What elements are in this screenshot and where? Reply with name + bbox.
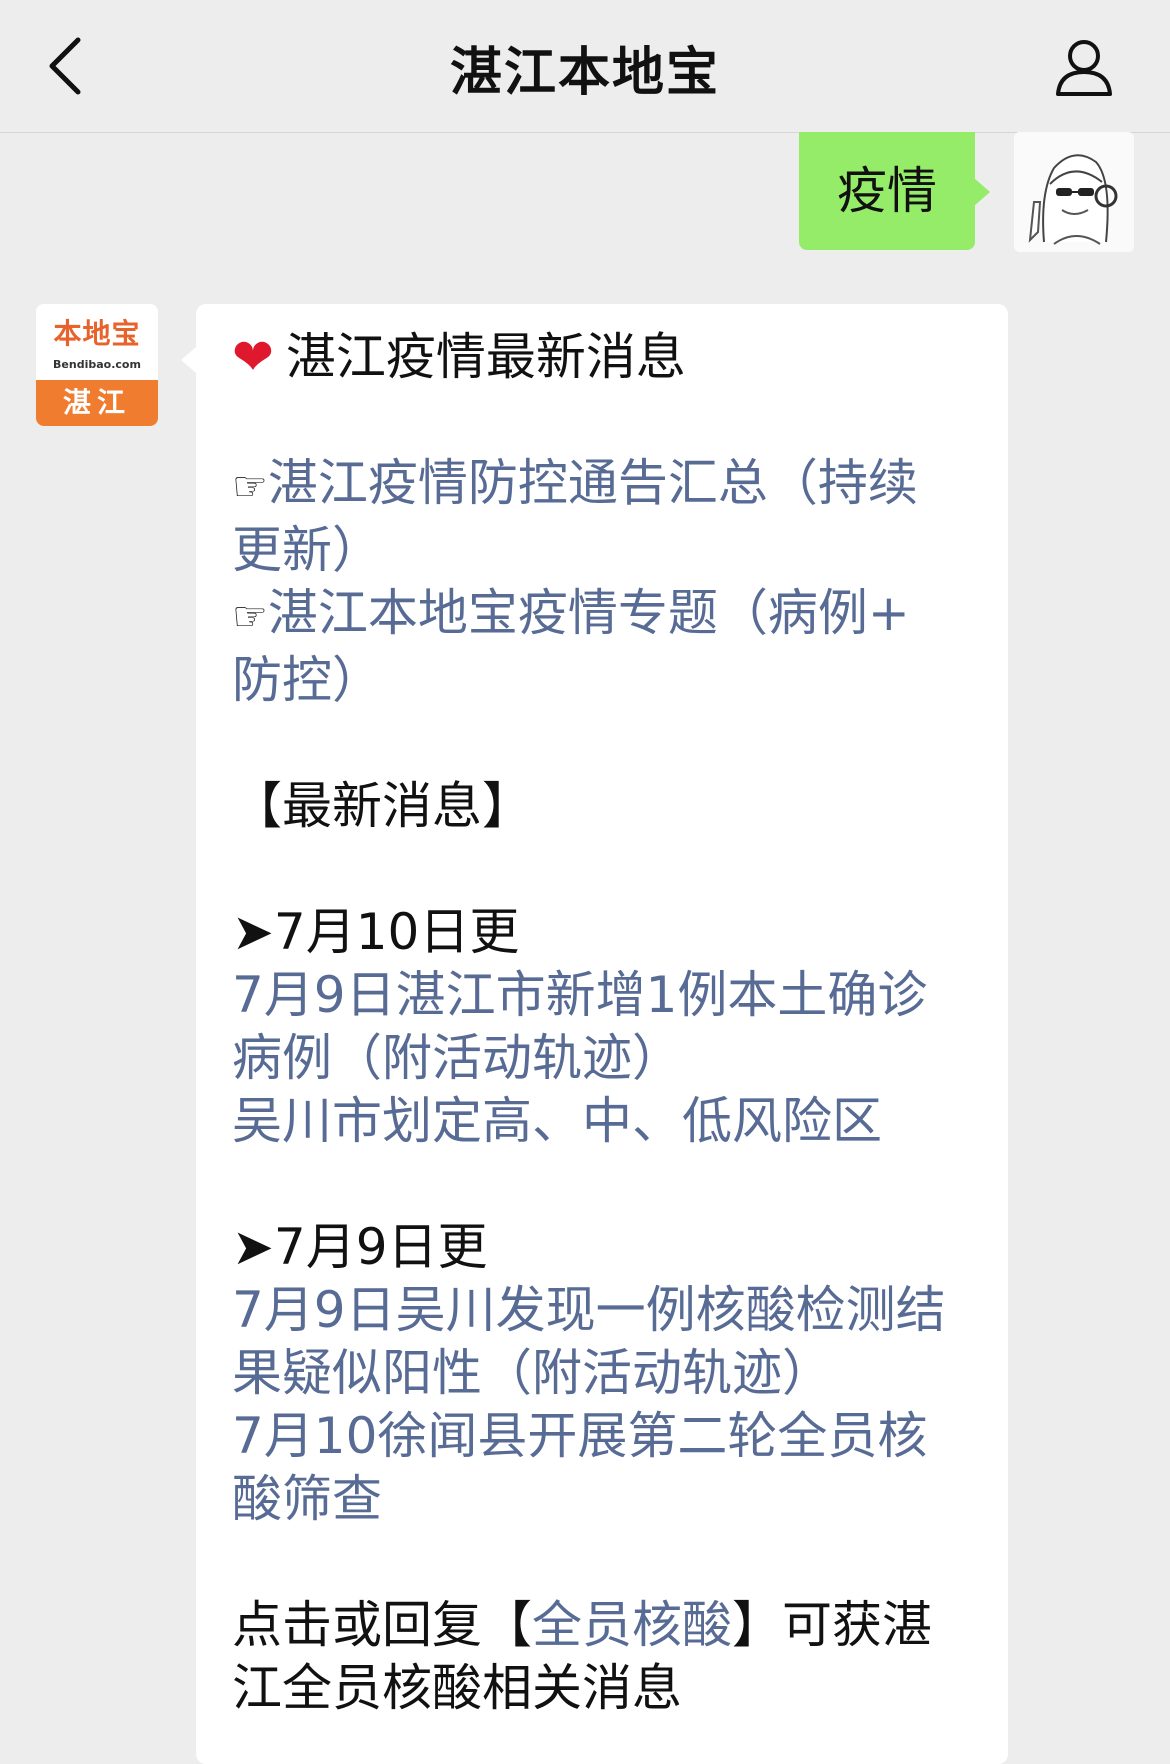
message-heading: 湛江疫情最新消息: [285, 328, 686, 386]
user-message-bubble[interactable]: 疫情: [799, 132, 990, 250]
message-heading-line: ❤ 湛江疫情最新消息: [232, 326, 992, 389]
update-link[interactable]: 7月9日吴川发现一例核酸检测结: [232, 1279, 992, 1342]
link-notice-summary[interactable]: ☞湛江疫情防控通告汇总（持续: [232, 452, 992, 519]
update-date: ➤7月9日更: [232, 1218, 488, 1276]
profile-icon[interactable]: [1052, 34, 1116, 98]
bot-logo-brand: 本地宝: [53, 317, 141, 350]
bot-avatar[interactable]: 本地宝 Bendibao.com 湛江: [36, 304, 158, 426]
update-link[interactable]: 病例（附活动轨迹）: [232, 1027, 992, 1090]
pointing-hand-icon: ☞: [232, 594, 268, 640]
bot-logo-city: 湛江: [36, 380, 158, 426]
link-topic-page-cont[interactable]: 防控）: [232, 649, 992, 712]
keyword-link[interactable]: 全员核酸: [532, 1596, 732, 1654]
top-nav-bar: 湛江本地宝: [0, 0, 1170, 133]
link-topic-page[interactable]: ☞湛江本地宝疫情专题（病例+: [232, 582, 992, 649]
update-link[interactable]: 吴川市划定高、中、低风险区: [232, 1090, 992, 1153]
user-message-row: 疫情: [0, 132, 1170, 252]
bot-logo: 本地宝 Bendibao.com: [36, 304, 158, 380]
bot-message-bubble: ❤ 湛江疫情最新消息 ☞湛江疫情防控通告汇总（持续 更新） ☞湛江本地宝疫情专题（…: [181, 304, 1008, 1764]
update-link[interactable]: 7月10徐闻县开展第二轮全员核: [232, 1405, 992, 1468]
footer-line: 点击或回复【全员核酸】可获湛: [232, 1594, 992, 1657]
anime-avatar-image: [1014, 132, 1134, 252]
link-notice-summary-cont[interactable]: 更新）: [232, 519, 992, 582]
bot-message-content: ❤ 湛江疫情最新消息 ☞湛江疫情防控通告汇总（持续 更新） ☞湛江本地宝疫情专题（…: [232, 326, 992, 1720]
footer-prefix: 点击或回复【: [232, 1596, 532, 1654]
pointing-hand-icon: ☞: [232, 464, 268, 510]
update-link[interactable]: 果疑似阳性（附活动轨迹）: [232, 1342, 992, 1405]
footer-suffix: 】可获湛: [732, 1596, 932, 1654]
user-avatar[interactable]: [1014, 132, 1134, 252]
update-link[interactable]: 酸筛查: [232, 1468, 992, 1531]
latest-label: 【最新消息】: [232, 777, 532, 835]
update-date: ➤7月10日更: [232, 903, 520, 961]
heart-icon: ❤: [232, 328, 274, 386]
update-link[interactable]: 7月9日湛江市新增1例本土确诊: [232, 964, 992, 1027]
bot-logo-domain: Bendibao.com: [53, 358, 141, 371]
page-title: 湛江本地宝: [449, 43, 720, 103]
footer-line-2: 江全员核酸相关消息: [232, 1659, 682, 1717]
